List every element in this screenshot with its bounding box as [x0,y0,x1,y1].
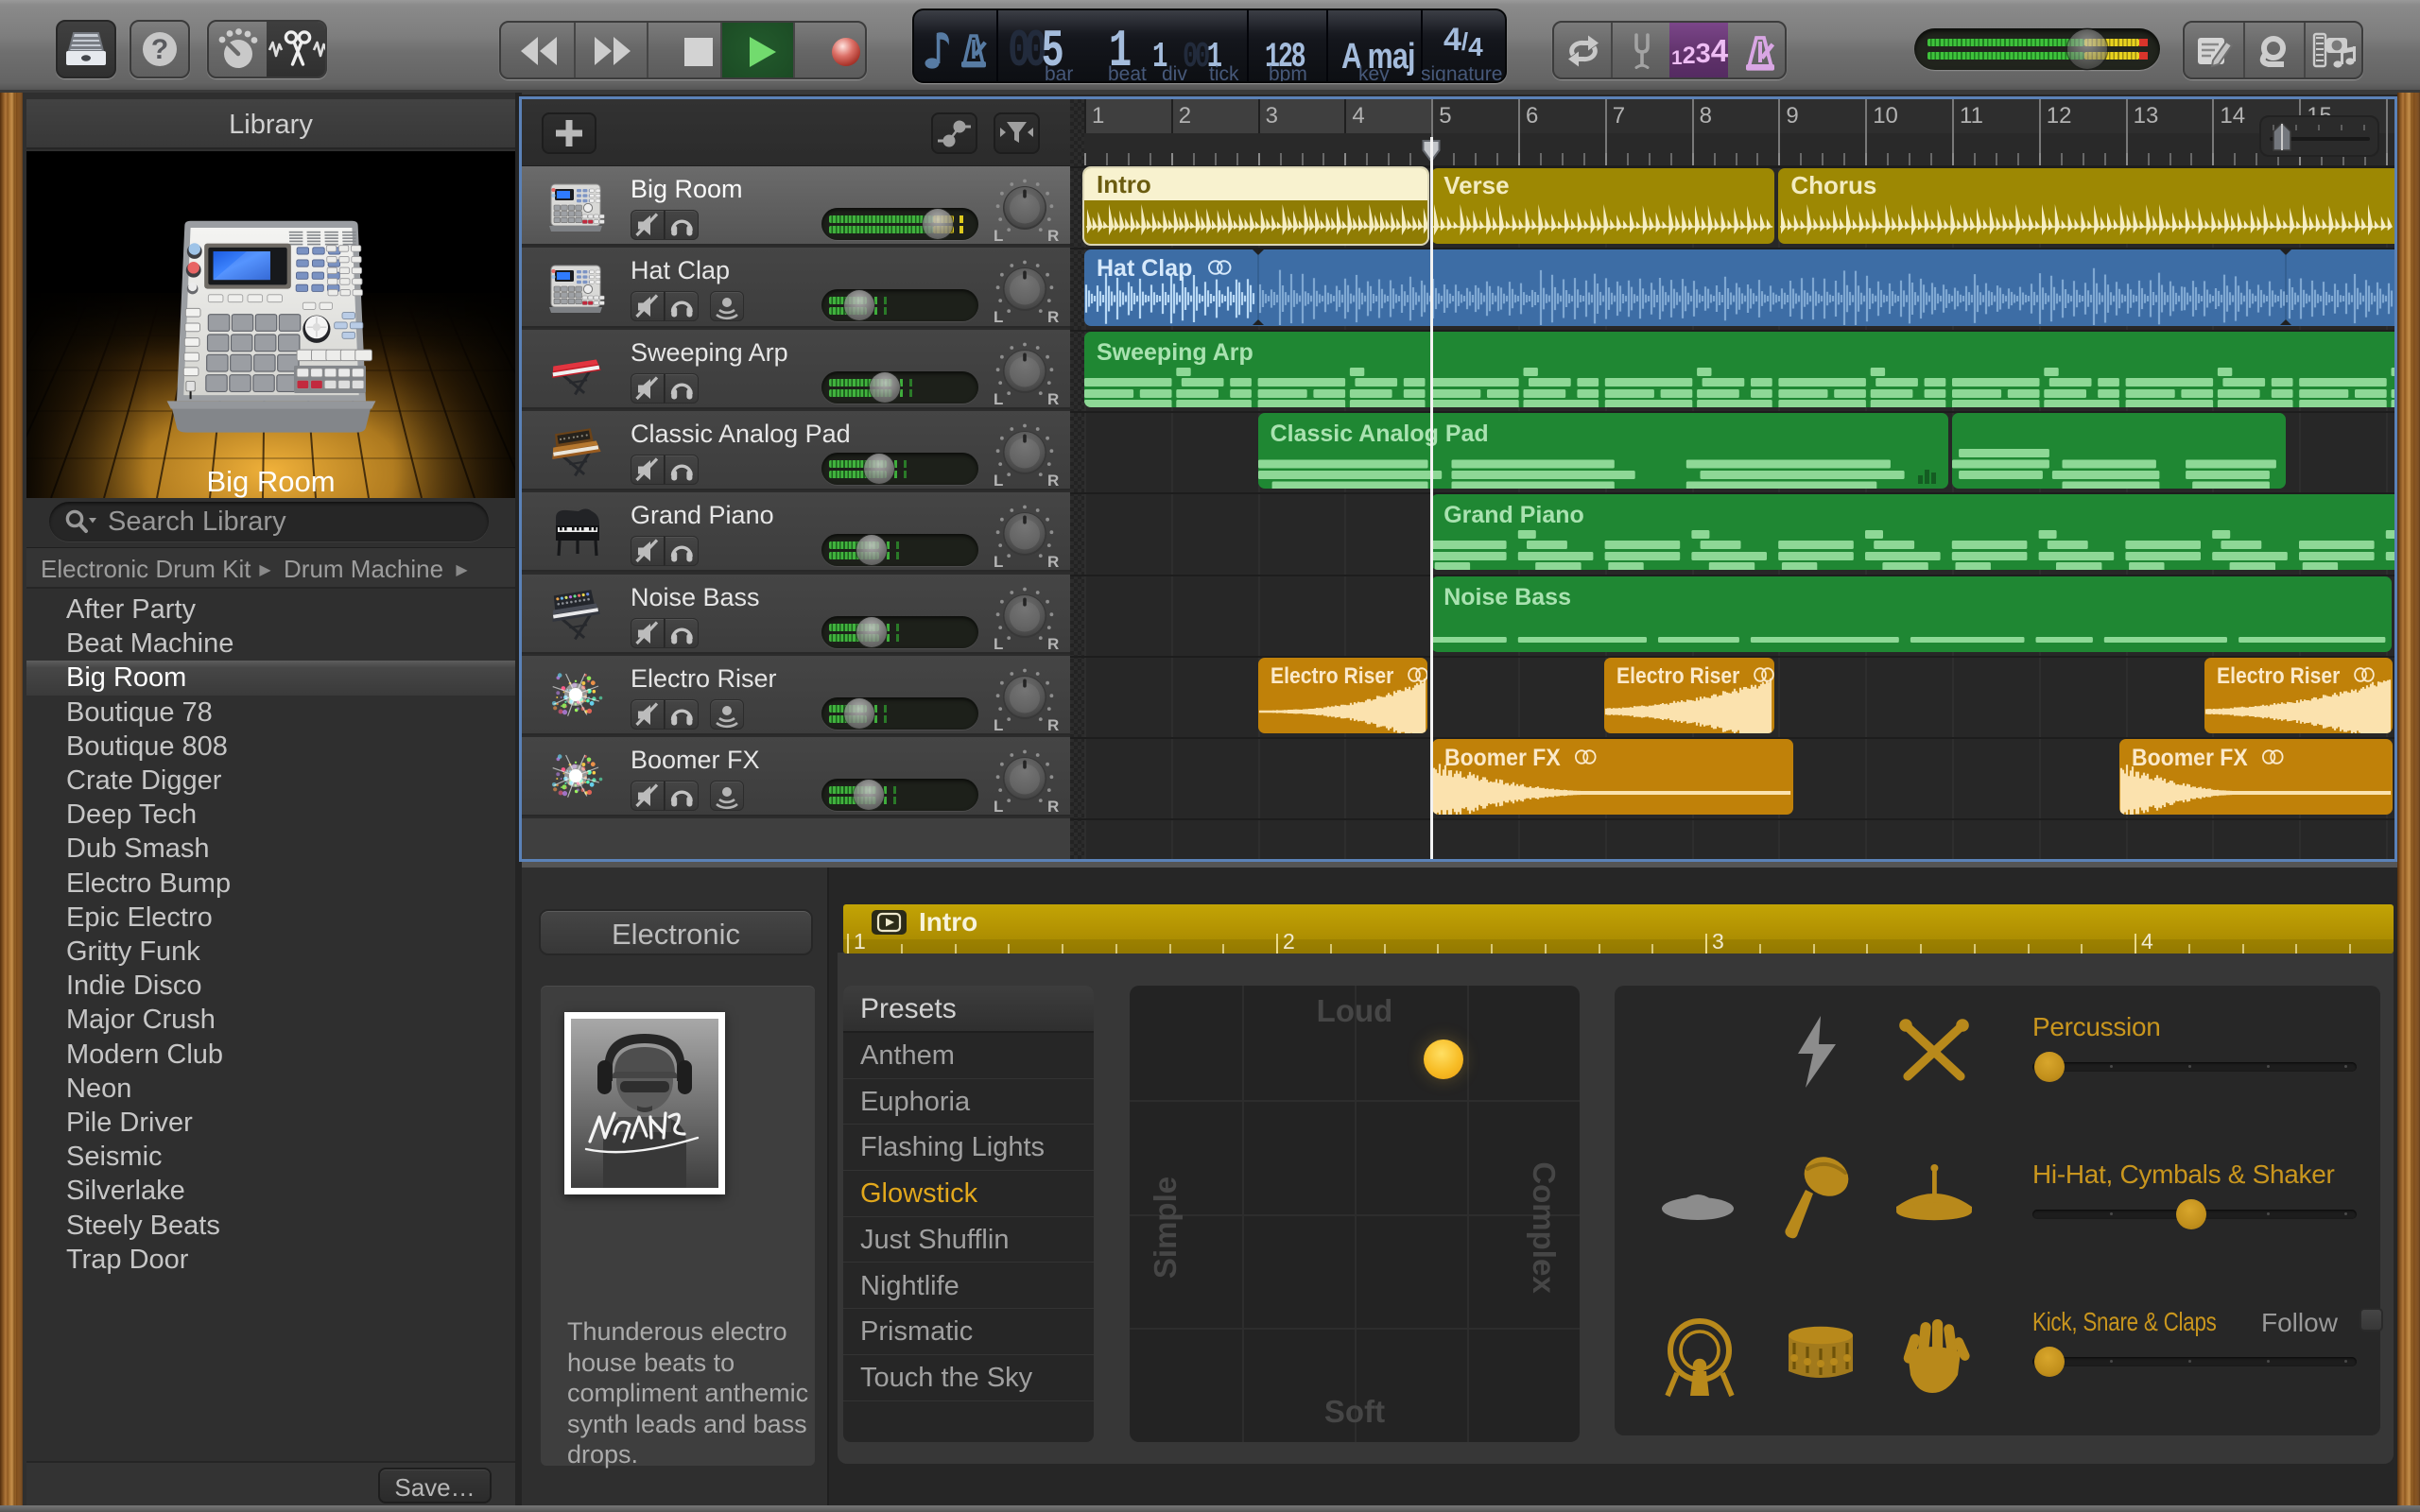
svg-text:R: R [1047,798,1059,816]
svg-text:L: L [994,227,1003,245]
svg-text:R: R [1047,472,1059,490]
svg-text:L: L [994,553,1003,571]
svg-text:R: R [1047,390,1059,408]
svg-text:R: R [1047,308,1059,326]
svg-text:L: L [994,635,1003,653]
svg-text:R: R [1047,716,1059,734]
svg-text:L: L [994,798,1003,816]
svg-text:R: R [1047,227,1059,245]
svg-text:?: ? [151,34,168,65]
svg-text:L: L [994,716,1003,734]
svg-text:R: R [1047,553,1059,571]
svg-text:R: R [1047,635,1059,653]
svg-text:L: L [994,472,1003,490]
svg-text:L: L [994,390,1003,408]
svg-text:L: L [994,308,1003,326]
